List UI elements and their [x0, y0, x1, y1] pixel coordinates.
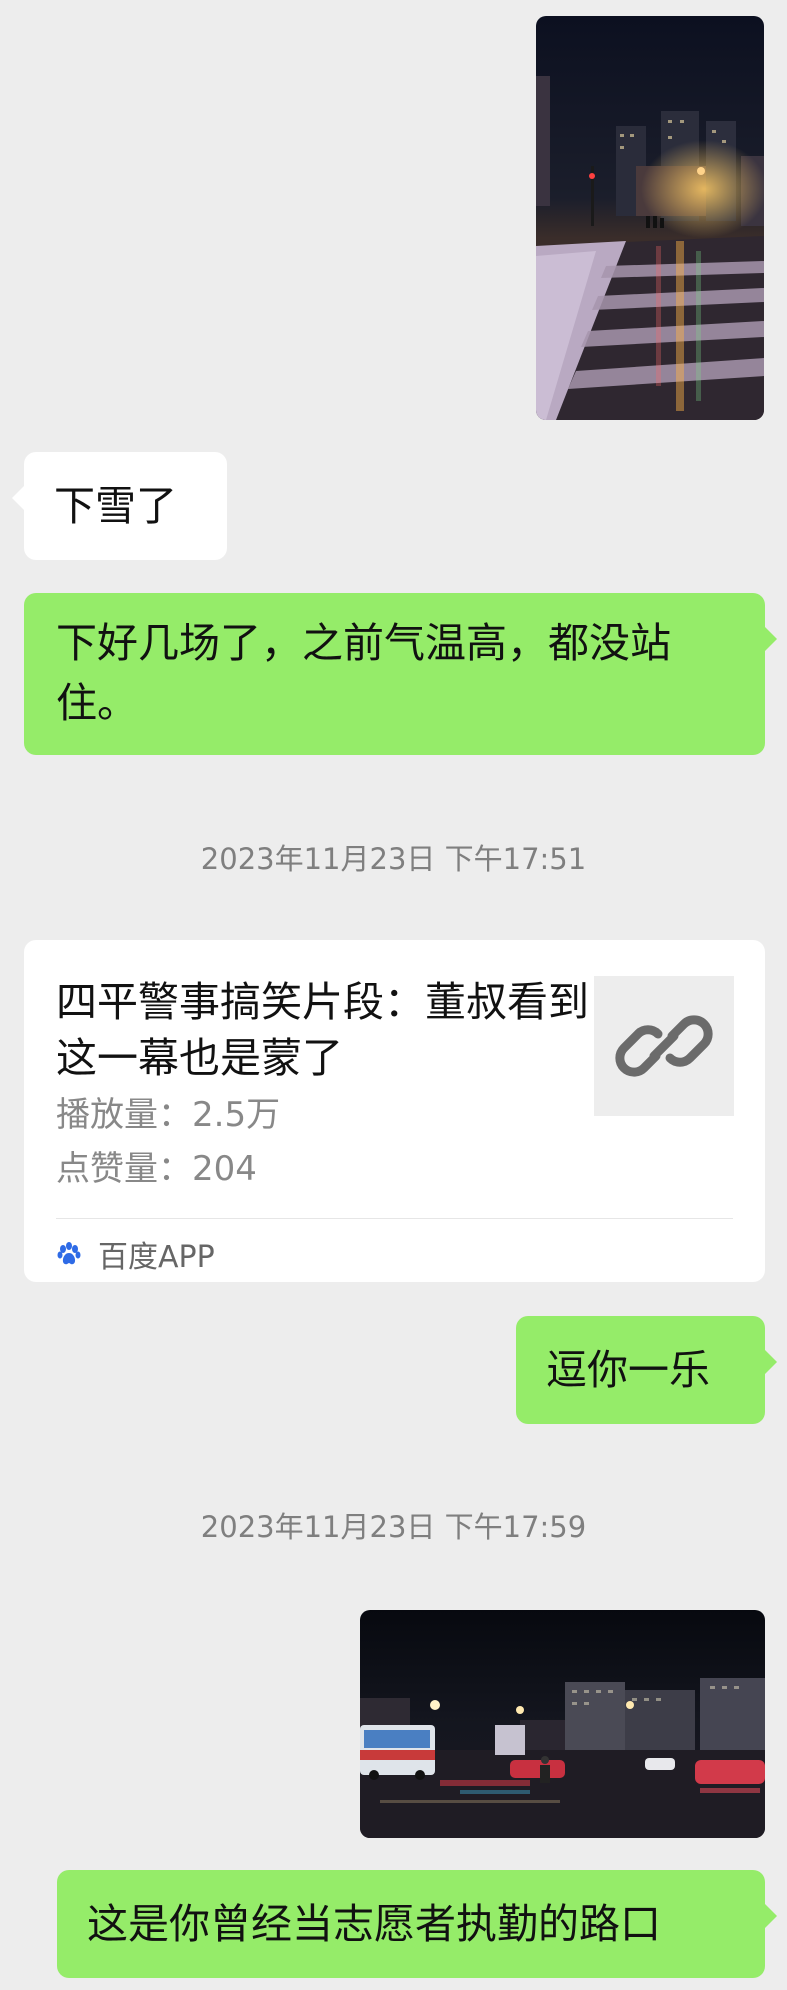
bubble-tail	[765, 627, 777, 651]
night-intersection-photo[interactable]	[360, 1610, 765, 1838]
snowy-street-photo[interactable]	[536, 16, 764, 420]
view-count-value: 2.5万	[192, 1095, 281, 1135]
link-title: 四平警事搞笑片段：董叔看到这一幕也是蒙了	[56, 978, 589, 1082]
outgoing-message-bubble[interactable]: 下好几场了，之前气温高，都没站住。	[24, 593, 777, 755]
message-text: 下雪了	[54, 482, 177, 530]
view-count-label: 播放量：	[56, 1095, 192, 1135]
outgoing-message-bubble[interactable]: 这是你曾经当志愿者执勤的路口	[57, 1870, 777, 1978]
like-count: 点赞量：204	[56, 1142, 257, 1196]
bubble-tail	[12, 486, 24, 510]
baidu-paw-icon	[57, 1242, 81, 1265]
chat-timestamp: 2023年11月23日 下午17:59	[200, 1510, 587, 1544]
shared-link-card[interactable]: 四平警事搞笑片段：董叔看到这一幕也是蒙了 播放量：2.5万 点赞量：204 百度…	[24, 940, 765, 1282]
message-text: 这是你曾经当志愿者执勤的路口	[87, 1900, 661, 1948]
outgoing-message-bubble[interactable]: 逗你一乐	[516, 1316, 777, 1424]
bubble-tail	[753, 980, 777, 1004]
chat-timestamp: 2023年11月23日 下午17:51	[200, 842, 587, 876]
incoming-message-bubble[interactable]: 下雪了	[12, 452, 227, 560]
like-count-value: 204	[192, 1149, 257, 1189]
link-icon	[615, 1015, 713, 1077]
message-text: 逗你一乐	[546, 1346, 710, 1394]
message-text: 下好几场了，之前气温高，都没站住。	[56, 619, 671, 727]
card-source: 百度APP	[56, 1234, 215, 1275]
source-name: 百度APP	[98, 1240, 215, 1275]
card-divider	[56, 1218, 733, 1219]
bubble-tail	[765, 1904, 777, 1928]
like-count-label: 点赞量：	[56, 1149, 192, 1189]
link-thumbnail	[594, 976, 734, 1116]
view-count: 播放量：2.5万	[56, 1088, 280, 1142]
bubble-tail	[765, 1350, 777, 1374]
